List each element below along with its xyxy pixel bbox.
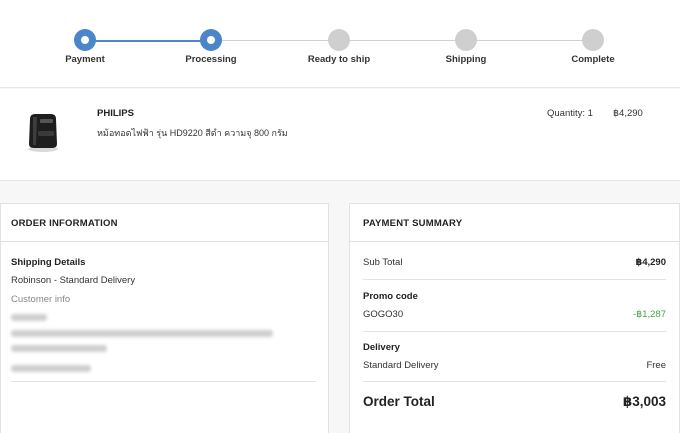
step-complete: Complete <box>538 29 648 65</box>
payment-summary-panel: PAYMENT SUMMARY Sub Total ฿4,290 Promo c… <box>349 203 680 433</box>
step-ready-to-ship: Ready to ship <box>284 29 394 65</box>
delivery-row: Standard Delivery Free <box>363 360 666 371</box>
step-done-icon <box>200 29 222 51</box>
customer-name-redacted <box>11 314 47 321</box>
step-shipping: Shipping <box>411 29 521 65</box>
promo-code-label: Promo code <box>363 291 418 302</box>
customer-info-label: Customer info <box>11 294 71 305</box>
divider <box>11 381 316 382</box>
payment-summary-title: PAYMENT SUMMARY <box>350 204 679 242</box>
shipping-details-label: Shipping Details <box>11 257 86 268</box>
order-progress: Payment Processing Ready to ship Shippin… <box>0 0 680 88</box>
customer-phone-redacted <box>11 365 91 372</box>
step-label: Shipping <box>445 54 487 65</box>
product-quantity: Quantity: 1 <box>547 108 593 119</box>
order-item: PHILIPS หม้อทอดไฟฟ้า รุ่น HD9220 สีดำ คว… <box>0 89 680 181</box>
divider <box>363 331 666 332</box>
product-brand: PHILIPS <box>97 108 134 119</box>
air-fryer-image <box>28 114 58 152</box>
divider <box>363 279 666 280</box>
delivery-fee: Free <box>646 360 666 371</box>
promo-discount: -฿1,287 <box>633 309 666 320</box>
order-total-value: ฿3,003 <box>622 394 666 409</box>
step-pending-icon <box>582 29 604 51</box>
step-label: Processing <box>185 54 237 65</box>
order-total-row: Order Total ฿3,003 <box>363 394 666 409</box>
shipping-method: Robinson - Standard Delivery <box>11 275 136 286</box>
promo-row: GOGO30 -฿1,287 <box>363 309 666 320</box>
product-name: หม้อทอดไฟฟ้า รุ่น HD9220 สีดำ ความจุ 800… <box>97 128 288 138</box>
subtotal-label: Sub Total <box>363 257 403 268</box>
customer-address-redacted <box>11 330 273 337</box>
promo-code: GOGO30 <box>363 309 404 320</box>
delivery-method: Standard Delivery <box>363 360 439 371</box>
step-label: Payment <box>65 54 105 65</box>
step-payment: Payment <box>30 29 140 65</box>
product-price: ฿4,290 <box>613 108 643 119</box>
progress-track-remaining <box>211 40 593 41</box>
delivery-label: Delivery <box>363 342 400 353</box>
divider <box>363 381 666 382</box>
customer-address-redacted <box>11 345 107 352</box>
step-label: Complete <box>571 54 615 65</box>
order-information-panel: ORDER INFORMATION Shipping Details Robin… <box>0 203 329 433</box>
step-done-icon <box>74 29 96 51</box>
order-total-label: Order Total <box>363 394 435 409</box>
step-pending-icon <box>455 29 477 51</box>
step-label: Ready to ship <box>307 54 371 65</box>
step-pending-icon <box>328 29 350 51</box>
subtotal-row: Sub Total ฿4,290 <box>363 257 666 268</box>
subtotal-value: ฿4,290 <box>635 257 666 268</box>
step-processing: Processing <box>156 29 266 65</box>
order-information-title: ORDER INFORMATION <box>1 204 328 242</box>
